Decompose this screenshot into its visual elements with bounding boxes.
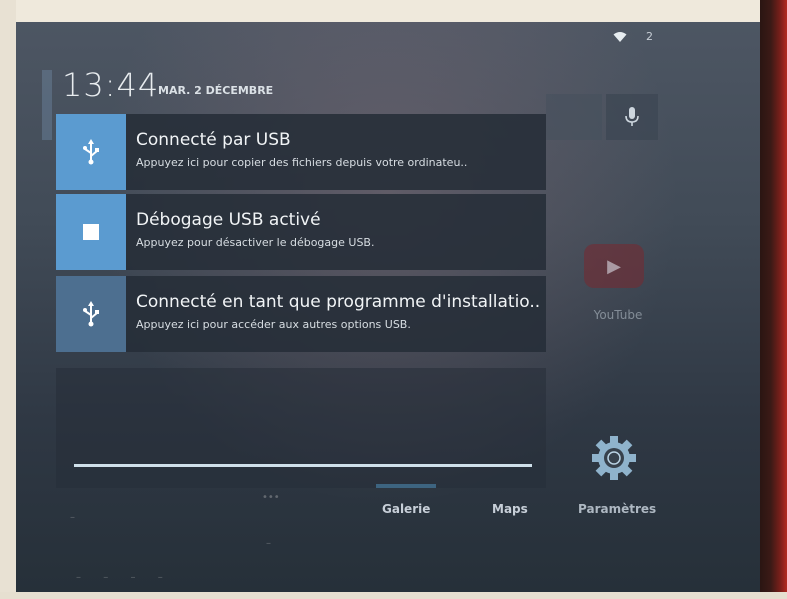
dock-parametres[interactable]: Paramètres xyxy=(578,502,656,516)
dock-galerie[interactable]: Galerie xyxy=(382,502,430,516)
device-bezel-bottom xyxy=(0,592,787,599)
notification-text: Appuyez ici pour accéder aux autres opti… xyxy=(136,318,411,331)
home-dots: – xyxy=(266,538,271,549)
clock-time: 13:44 xyxy=(62,66,160,104)
usb-icon xyxy=(56,114,126,190)
device-screen: ▶ YouTube Galerie Maps Paramètres ••• – … xyxy=(16,22,760,592)
notification-title: Connecté par USB xyxy=(136,130,291,150)
notification-usb-debugging[interactable]: Débogage USB activé Appuyez pour désacti… xyxy=(56,194,546,270)
wifi-icon xyxy=(613,32,627,42)
usb-icon xyxy=(56,276,126,352)
youtube-label: YouTube xyxy=(593,308,643,322)
shade-drag-handle[interactable] xyxy=(74,464,532,467)
home-mic-icon[interactable] xyxy=(606,94,658,140)
home-search-bar xyxy=(546,94,602,140)
notification-usb-installer[interactable]: Connecté en tant que programme d'install… xyxy=(56,276,546,352)
device-bezel-top xyxy=(0,0,787,22)
settings-gear-icon[interactable] xyxy=(582,426,646,490)
youtube-icon[interactable]: ▶ xyxy=(584,244,644,288)
home-dots: – xyxy=(70,512,75,523)
clock-date: MAR. 2 DÉCEMBRE xyxy=(158,84,274,97)
device-bezel-left xyxy=(0,0,16,599)
status-bar: 2 xyxy=(16,22,760,50)
debug-square-icon xyxy=(56,194,126,270)
dock-maps[interactable]: Maps xyxy=(492,502,528,516)
shade-empty-area xyxy=(56,368,546,488)
battery-level: 2 xyxy=(646,30,653,43)
device-bezel-right xyxy=(760,0,787,599)
home-dots: ••• xyxy=(262,492,280,503)
notification-title: Connecté en tant que programme d'install… xyxy=(136,292,541,312)
notification-text: Appuyez pour désactiver le débogage USB. xyxy=(136,236,375,249)
home-dots: – – – – xyxy=(76,572,163,583)
notification-title: Débogage USB activé xyxy=(136,210,321,230)
shade-edge xyxy=(42,70,52,140)
notification-usb-connected[interactable]: Connecté par USB Appuyez ici pour copier… xyxy=(56,114,546,190)
notification-text: Appuyez ici pour copier des fichiers dep… xyxy=(136,156,468,169)
